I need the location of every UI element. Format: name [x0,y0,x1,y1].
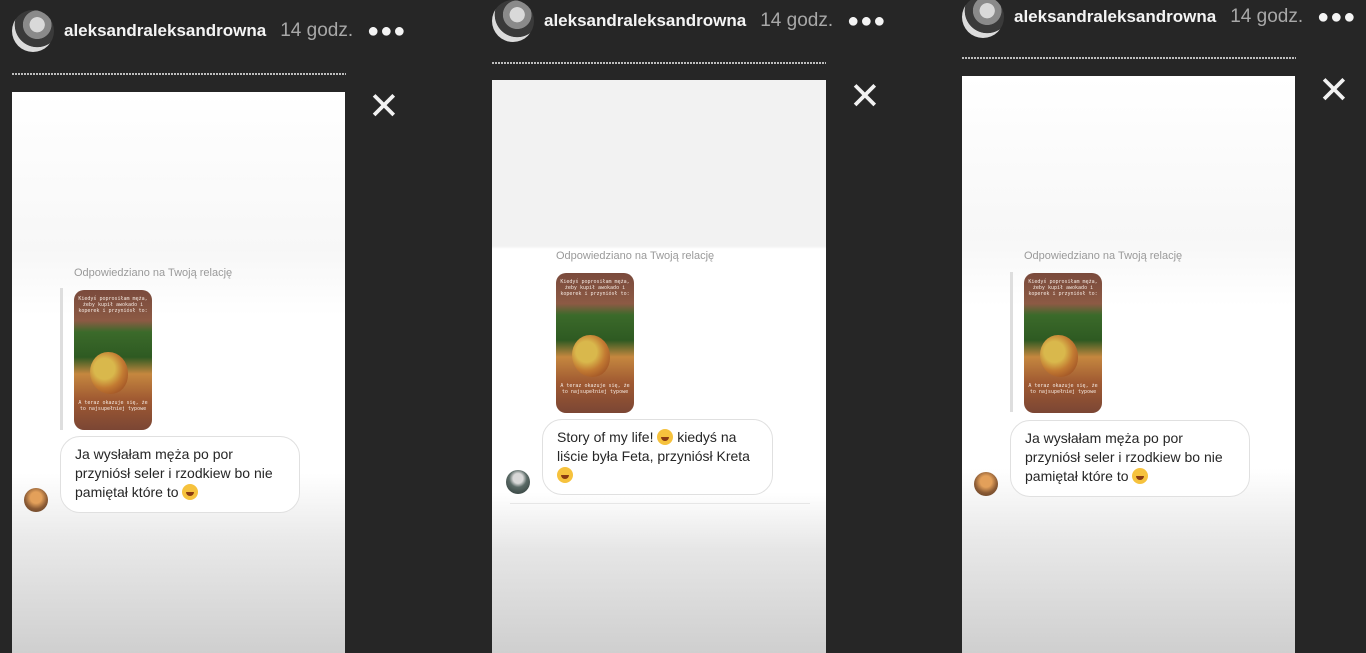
thumbnail-top-text: Kiedyś poprosiłam męża, żeby kupił awoka… [78,296,148,314]
more-dots-icon[interactable]: ●●● [847,11,886,31]
close-icon[interactable]: ✕ [1318,72,1350,110]
laughing-emoji-icon [557,467,573,483]
message-bubble: Story of my life! kiedyś na liście była … [542,419,773,495]
username[interactable]: aleksandraleksandrowna [544,11,746,31]
close-icon[interactable]: ✕ [368,88,400,126]
sender-avatar[interactable] [506,470,530,494]
timestamp: 14 godz. [280,20,354,41]
message-line: przyniósł seler i rzodkiew bo nie [1025,449,1223,465]
thumbnail-top-text: Kiedyś poprosiłam męża, żeby kupił awoka… [1028,279,1098,297]
username[interactable]: aleksandraleksandrowna [64,21,266,41]
thumbnail-top-text: Kiedyś poprosiłam męża, żeby kupił awoka… [560,279,630,297]
replied-label: Odpowiedziano na Twoją relację [556,250,715,262]
thumbnail-bottom-text: A teraz okazuje się, że to najsupełniej … [1028,383,1098,395]
message-line: pamiętał które to [1025,468,1129,484]
avatar[interactable] [492,0,534,42]
timestamp: 14 godz. [760,10,834,31]
message-line: kiedyś na [677,429,737,445]
divider [510,503,810,504]
laughing-emoji-icon [657,429,674,445]
quote-bar [60,288,63,430]
story-panel-1: aleksandraleksandrowna 14 godz. ●●● Odpo… [0,0,420,653]
story-header: aleksandraleksandrowna 14 godz. ●●● [962,0,1356,38]
avatar[interactable] [12,10,54,52]
more-dots-icon[interactable]: ●●● [1317,7,1356,27]
story-thumbnail[interactable]: Kiedyś poprosiłam męża, żeby kupił awoka… [1024,273,1102,413]
laughing-emoji-icon [1132,468,1149,484]
more-dots-icon[interactable]: ●●● [367,21,406,41]
sender-avatar[interactable] [974,472,998,496]
thumbnail-bottom-text: A teraz okazuje się, że to najsupełniej … [560,383,630,395]
story-thumbnail[interactable]: Kiedyś poprosiłam męża, żeby kupił awoka… [74,290,152,430]
timestamp: 14 godz. [1230,6,1304,27]
sender-avatar[interactable] [24,488,48,512]
mango-image [90,352,128,394]
replied-label: Odpowiedziano na Twoją relację [74,267,233,279]
message-line: Ja wysłałam męża po por [1025,430,1183,446]
message-line: liście była Feta, przyniósł Kreta [557,448,750,464]
story-panel-2: aleksandraleksandrowna 14 godz. ●●● Odpo… [480,0,900,653]
story-card: Odpowiedziano na Twoją relację Kiedyś po… [492,80,826,653]
story-progress-bar [492,62,826,64]
message-bubble: Ja wysłałam męża po por przyniósł seler … [60,436,300,513]
message-bubble: Ja wysłałam męża po por przyniósł seler … [1010,420,1250,497]
story-card: Odpowiedziano na Twoją relację Kiedyś po… [962,76,1295,653]
story-header: aleksandraleksandrowna 14 godz. ●●● [492,0,886,42]
replied-label: Odpowiedziano na Twoją relację [1024,250,1183,262]
message-line: Story of my life! [557,429,654,445]
story-thumbnail[interactable]: Kiedyś poprosiłam męża, żeby kupił awoka… [556,273,634,413]
story-card: Odpowiedziano na Twoją relację Kiedyś po… [12,92,345,653]
username[interactable]: aleksandraleksandrowna [1014,7,1216,27]
laughing-emoji-icon [182,484,199,500]
story-header: aleksandraleksandrowna 14 godz. ●●● [12,10,406,52]
close-icon[interactable]: ✕ [849,78,881,116]
quote-bar [1010,272,1013,412]
mango-image [1040,335,1078,377]
story-progress-bar [12,73,346,75]
message-line: Ja wysłałam męża po por [75,446,233,462]
message-line: pamiętał które to [75,484,179,500]
message-line: przyniósł seler i rzodkiew bo nie [75,465,273,481]
story-panel-3: aleksandraleksandrowna 14 godz. ●●● Odpo… [950,0,1366,653]
thumbnail-bottom-text: A teraz okazuje się, że to najsupełniej … [78,400,148,412]
avatar[interactable] [962,0,1004,38]
story-progress-bar [962,57,1296,59]
mango-image [572,335,610,377]
